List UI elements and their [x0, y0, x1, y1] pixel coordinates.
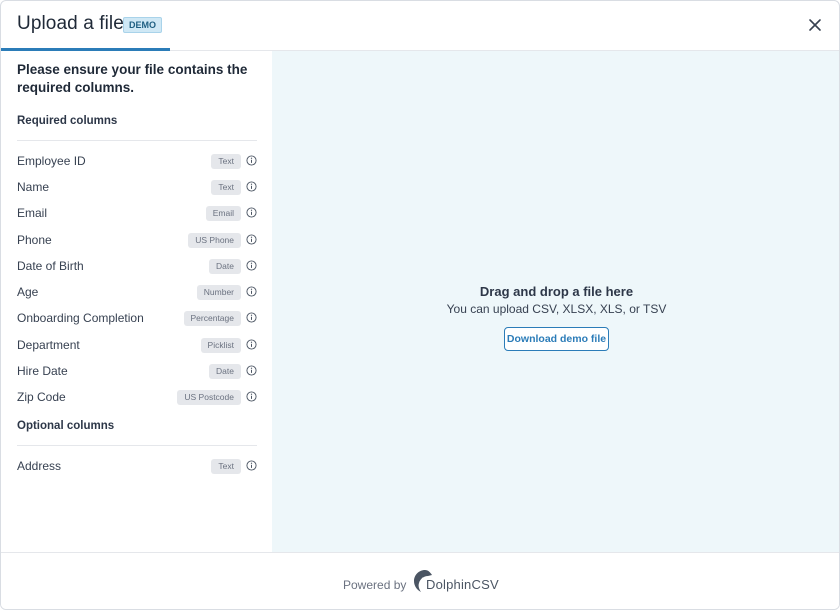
brand-name: DolphinCSV [426, 577, 499, 592]
optional-columns-title: Optional columns [17, 420, 115, 432]
columns-intro: Please ensure your file contains the req… [17, 62, 248, 95]
column-type-badge: US Postcode [177, 390, 241, 405]
column-row-age: Age Number [17, 283, 257, 303]
required-columns-title: Required columns [17, 115, 118, 127]
column-type-badge: Percentage [183, 311, 241, 326]
column-label: Date of Birth [17, 259, 84, 273]
modal-footer: Powered by DolphinCSV [1, 552, 839, 609]
close-icon [809, 19, 821, 31]
column-row-zip-code: Zip Code US Postcode [17, 388, 257, 408]
file-dropzone[interactable]: Drag and drop a file here You can upload… [272, 51, 839, 552]
column-type-badge: Text [211, 459, 241, 474]
dropzone-title: Drag and drop a file here [479, 284, 634, 299]
column-row-email: Email Email [17, 204, 257, 224]
column-type-badge: Date [209, 364, 241, 379]
column-label: Employee ID [17, 154, 86, 168]
column-row-department: Department Picklist [17, 336, 257, 356]
info-icon[interactable] [246, 339, 257, 350]
info-icon[interactable] [246, 312, 257, 323]
column-type-badge: Email [205, 206, 241, 221]
column-row-name: Name Text [17, 178, 257, 198]
download-demo-file-button[interactable]: Download demo file [504, 327, 609, 351]
column-row-employee-id: Employee ID Text [17, 152, 257, 172]
column-label: Age [17, 285, 39, 299]
info-icon[interactable] [246, 207, 257, 218]
column-type-badge: US Phone [188, 233, 241, 248]
column-row-onboarding-completion: Onboarding Completion Percentage [17, 309, 257, 329]
modal-title: Upload a file [17, 13, 124, 34]
column-row-date-of-birth: Date of Birth Date [17, 257, 257, 277]
info-icon[interactable] [246, 234, 257, 245]
column-type-badge: Picklist [200, 338, 241, 353]
column-label: Address [17, 459, 62, 473]
info-icon[interactable] [246, 391, 257, 402]
column-label: Name [17, 180, 50, 194]
column-label: Phone [17, 233, 52, 247]
column-label: Department [17, 338, 80, 352]
modal-header: Upload a file DEMO [1, 1, 839, 51]
divider [17, 445, 257, 446]
column-label: Hire Date [17, 364, 68, 378]
info-icon[interactable] [246, 286, 257, 297]
column-label: Email [17, 206, 48, 220]
column-row-phone: Phone US Phone [17, 231, 257, 251]
info-icon[interactable] [246, 155, 257, 166]
column-label: Onboarding Completion [17, 311, 144, 325]
column-type-badge: Text [211, 180, 241, 195]
column-label: Zip Code [17, 390, 66, 404]
upload-modal: Upload a file DEMO Please ensure your fi… [0, 0, 840, 610]
column-type-badge: Date [209, 259, 241, 274]
info-icon[interactable] [246, 365, 257, 376]
close-button[interactable] [805, 15, 825, 35]
info-icon[interactable] [246, 260, 257, 271]
column-row-hire-date: Hire Date Date [17, 362, 257, 382]
demo-badge: DEMO [123, 17, 162, 33]
divider [17, 140, 257, 141]
info-icon[interactable] [246, 460, 257, 471]
column-type-badge: Text [211, 154, 241, 169]
info-icon[interactable] [246, 181, 257, 192]
column-type-badge: Number [196, 285, 241, 300]
columns-panel: Please ensure your file contains the req… [1, 51, 272, 552]
column-row-address: Address Text [17, 457, 257, 477]
dropzone-subtitle: You can upload CSV, XLSX, XLS, or TSV [446, 302, 667, 316]
powered-by-label: Powered by [343, 578, 407, 592]
